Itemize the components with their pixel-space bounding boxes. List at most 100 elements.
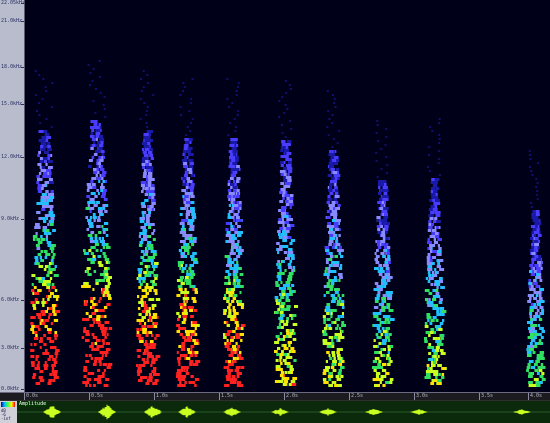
spectrogram-pixel [92, 318, 96, 321]
spectrogram-pixel [101, 192, 106, 195]
spectrogram-pixel [46, 283, 51, 286]
spectrogram-pixel [431, 274, 434, 277]
spectrogram-pixel [376, 249, 379, 252]
spectrogram-pixel [181, 189, 186, 192]
spectrogram-pixel [537, 324, 541, 327]
spectrogram-pixel [188, 282, 192, 285]
spectrogram-pixel [39, 122, 42, 124]
spectrogram-pixel [99, 273, 105, 276]
spectrogram-pixel [46, 337, 52, 340]
spectrogram-pixel [378, 216, 381, 219]
waveform-canvas[interactable] [17, 401, 550, 423]
spectrogram-canvas[interactable] [25, 0, 550, 392]
spectrogram-pixel [335, 318, 338, 321]
spectrogram-pixel [36, 367, 41, 370]
spectrogram-pixel [88, 354, 92, 357]
spectrogram-pixel [99, 138, 105, 141]
spectrogram-pixel [382, 255, 386, 258]
spectrogram-pixel [49, 181, 54, 184]
spectrogram-pixel [281, 164, 284, 167]
spectrogram-pixel [539, 375, 544, 378]
spectrogram-pixel [336, 142, 339, 144]
spectrogram-pixel [53, 361, 58, 364]
spectrogram-pixel [285, 203, 290, 206]
spectrogram-pixel [230, 318, 235, 321]
waveform-row-label: -inf [1, 416, 11, 421]
spectrogram-pixel [278, 100, 281, 102]
spectrogram-pixel [46, 145, 51, 148]
spectrogram-pixel [428, 343, 432, 346]
spectrogram-pixel [191, 258, 195, 261]
spectrogram-pixel [229, 150, 232, 153]
spectrogram-pixel [227, 258, 232, 261]
time-tick-label: 3.0s [414, 393, 429, 400]
spectrogram-pixel [142, 175, 147, 178]
spectrogram-pixel [35, 232, 38, 235]
spectrogram-pixel [374, 366, 378, 369]
spectrogram-pixel [334, 291, 339, 294]
spectrogram-pixel [51, 283, 55, 286]
spectrogram-pixel [183, 327, 187, 330]
spectrogram-pixel [192, 351, 195, 354]
spectrogram-pixel [83, 375, 87, 378]
spectrogram-pixel [90, 180, 94, 183]
spectrogram-pixel [94, 357, 99, 360]
spectrogram-pixel [282, 359, 287, 362]
spectrogram-pixel [93, 204, 98, 207]
spectrogram-pixel [194, 288, 198, 291]
spectrogram-pixel [37, 361, 40, 364]
spectrogram-pixel [178, 363, 181, 366]
spectrogram-pixel [82, 381, 88, 384]
spectrogram-pixel [285, 245, 289, 248]
spectrogram-pixel [223, 321, 227, 324]
spectrogram-pixel [288, 383, 292, 386]
spectrogram-pixel [50, 190, 54, 193]
spectrogram-pixel [375, 375, 380, 378]
spectrogram-pixel [227, 216, 232, 219]
spectrogram-pixel [233, 219, 236, 222]
spectrogram-pixel [231, 102, 234, 104]
spectrogram-pixel [438, 301, 443, 304]
spectrogram-pixel [38, 328, 41, 331]
spectrogram-pixel [229, 210, 233, 213]
spectrogram-pixel [329, 234, 334, 237]
spectrogram-pixel [541, 330, 545, 333]
spectrogram-pixel [537, 234, 542, 237]
spectrogram-pixel [54, 331, 58, 334]
spectrogram-pixel [387, 321, 391, 324]
spectrogram-pixel [191, 243, 195, 246]
spectrogram-pixel [381, 297, 386, 300]
spectrogram-pixel [434, 205, 437, 208]
spectrogram-pixel [427, 166, 429, 168]
spectrogram-pixel [323, 321, 326, 324]
spectrogram-pixel [436, 358, 439, 361]
spectrogram-pixel [186, 270, 189, 273]
spectrogram-pixel [340, 315, 345, 318]
spectrogram-pixel [237, 82, 240, 84]
spectrogram-pixel [331, 237, 336, 240]
spectrogram-pixel [231, 159, 236, 162]
spectrogram-pixel [325, 309, 331, 312]
spectrogram-pixel [235, 336, 241, 339]
spectrogram-pixel [101, 183, 104, 186]
spectrogram-pixel [95, 249, 99, 252]
spectrogram-pixel [430, 190, 434, 193]
spectrogram-pixel [289, 194, 294, 197]
spectrogram-pixel [324, 246, 330, 249]
spectrogram-pixel [379, 351, 382, 354]
spectrogram-pixel [41, 322, 46, 325]
spectrogram-pixel [137, 370, 142, 373]
spectrogram-pixel [283, 377, 288, 380]
spectrogram-pixel [282, 230, 286, 233]
spectrogram-pixel [47, 223, 50, 226]
spectrogram-pixel [153, 274, 159, 277]
spectrogram-pixel [337, 315, 340, 318]
spectrogram-pixel [143, 238, 148, 241]
spectrogram-pixel [331, 201, 335, 204]
spectrogram-pixel [87, 201, 93, 204]
spectrogram-pixel [383, 330, 387, 333]
spectrogram-pixel [101, 174, 105, 177]
spectrogram-pixel [51, 256, 55, 259]
spectrogram-pixel [98, 300, 101, 303]
spectrogram-pixel [437, 162, 440, 164]
